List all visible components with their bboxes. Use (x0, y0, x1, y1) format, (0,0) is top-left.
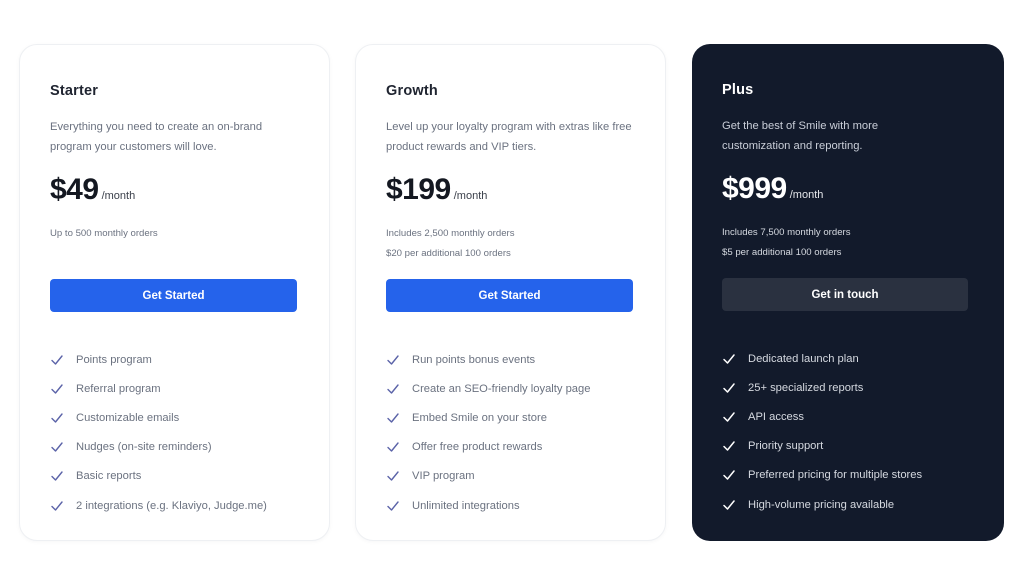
plan-name: Plus (722, 82, 754, 98)
price-row: $49 /month (50, 173, 135, 207)
feature-item: API access (722, 402, 922, 431)
plan-card-growth: Growth Level up your loyalty program wit… (355, 44, 666, 541)
plan-note: Includes 7,500 monthly orders (722, 227, 851, 238)
plan-card-starter: Starter Everything you need to create an… (19, 44, 330, 541)
feature-text: Points program (76, 353, 152, 366)
feature-text: Run points bonus events (412, 353, 536, 366)
feature-list: Points program Referral program Customiz… (50, 345, 267, 520)
feature-item: Nudges (on-site reminders) (50, 433, 267, 462)
check-icon (50, 411, 64, 425)
plan-description: Get the best of Smile with more customiz… (722, 120, 879, 152)
check-icon (50, 353, 64, 367)
feature-text: Referral program (76, 382, 161, 395)
check-icon (50, 440, 64, 454)
plan-price: $199 (386, 173, 451, 206)
check-icon (386, 353, 400, 367)
plan-price: $999 (722, 172, 787, 205)
feature-text: Create an SEO-friendly loyalty page (412, 382, 591, 395)
feature-text: High-volume pricing available (748, 498, 895, 511)
feature-item: 2 integrations (e.g. Klaviyo, Judge.me) (50, 491, 267, 520)
feature-item: Priority support (722, 432, 922, 461)
check-icon (50, 469, 64, 483)
feature-item: Embed Smile on your store (386, 403, 590, 432)
feature-text: Embed Smile on your store (412, 411, 547, 424)
feature-text: 25+ specialized reports (748, 381, 864, 394)
check-icon (722, 381, 736, 395)
feature-text: Dedicated launch plan (748, 352, 859, 365)
check-icon (722, 468, 736, 482)
plan-note: $5 per additional 100 orders (722, 246, 842, 258)
feature-item: Referral program (50, 374, 267, 403)
plan-note: $20 per additional 100 orders (386, 247, 511, 259)
feature-text: Nudges (on-site reminders) (76, 441, 212, 454)
price-period: /month (101, 190, 136, 202)
check-icon (722, 439, 736, 453)
check-icon (722, 410, 736, 424)
feature-text: API access (748, 410, 804, 423)
check-icon (386, 411, 400, 425)
feature-item: Preferred pricing for multiple stores (722, 461, 922, 490)
feature-text: 2 integrations (e.g. Klaviyo, Judge.me) (76, 499, 267, 512)
feature-text: Preferred pricing for multiple stores (748, 469, 923, 482)
plan-note: Includes 2,500 monthly orders (386, 228, 515, 239)
check-icon (50, 499, 64, 513)
feature-item: Dedicated launch plan (722, 344, 922, 373)
feature-text: Priority support (748, 440, 824, 453)
plan-name: Growth (386, 83, 438, 99)
check-icon (722, 498, 736, 512)
feature-text: Unlimited integrations (412, 499, 520, 512)
plan-notes: Includes 7,500 monthly orders $5 per add… (722, 223, 851, 262)
feature-item: Create an SEO-friendly loyalty page (386, 374, 590, 403)
price-period: /month (453, 190, 488, 202)
feature-item: VIP program (386, 462, 590, 491)
check-icon (722, 352, 736, 366)
feature-item: Run points bonus events (386, 345, 590, 374)
price-row: $199 /month (386, 173, 487, 207)
feature-item: Basic reports (50, 462, 267, 491)
feature-item: 25+ specialized reports (722, 373, 922, 402)
feature-item: Unlimited integrations (386, 491, 590, 520)
plan-name: Starter (50, 83, 99, 99)
get-in-touch-button[interactable]: Get in touch (722, 278, 968, 311)
feature-item: High-volume pricing available (722, 490, 922, 519)
plan-card-plus: Plus Get the best of Smile with more cus… (692, 44, 1004, 541)
price-row: $999 /month (722, 172, 823, 206)
feature-text: Basic reports (76, 470, 142, 483)
feature-item: Offer free product rewards (386, 433, 590, 462)
plan-notes: Up to 500 monthly orders (50, 224, 158, 244)
plan-description: Level up your loyalty program with extra… (386, 121, 632, 153)
feature-text: Customizable emails (76, 411, 180, 424)
feature-text: VIP program (412, 470, 475, 483)
plan-price: $49 (50, 173, 99, 206)
plan-notes: Includes 2,500 monthly orders $20 per ad… (386, 224, 515, 263)
plan-description: Everything you need to create an on-bran… (50, 121, 263, 153)
get-started-button[interactable]: Get Started (386, 279, 633, 312)
feature-item: Points program (50, 345, 267, 374)
get-started-button[interactable]: Get Started (50, 279, 297, 312)
check-icon (386, 499, 400, 513)
feature-list: Run points bonus events Create an SEO-fr… (386, 345, 590, 520)
check-icon (386, 469, 400, 483)
check-icon (386, 382, 400, 396)
check-icon (386, 440, 400, 454)
feature-item: Customizable emails (50, 403, 267, 432)
feature-text: Offer free product rewards (412, 441, 543, 454)
price-period: /month (789, 189, 824, 201)
plan-note: Up to 500 monthly orders (50, 228, 158, 239)
feature-list: Dedicated launch plan 25+ specialized re… (722, 344, 922, 519)
check-icon (50, 382, 64, 396)
